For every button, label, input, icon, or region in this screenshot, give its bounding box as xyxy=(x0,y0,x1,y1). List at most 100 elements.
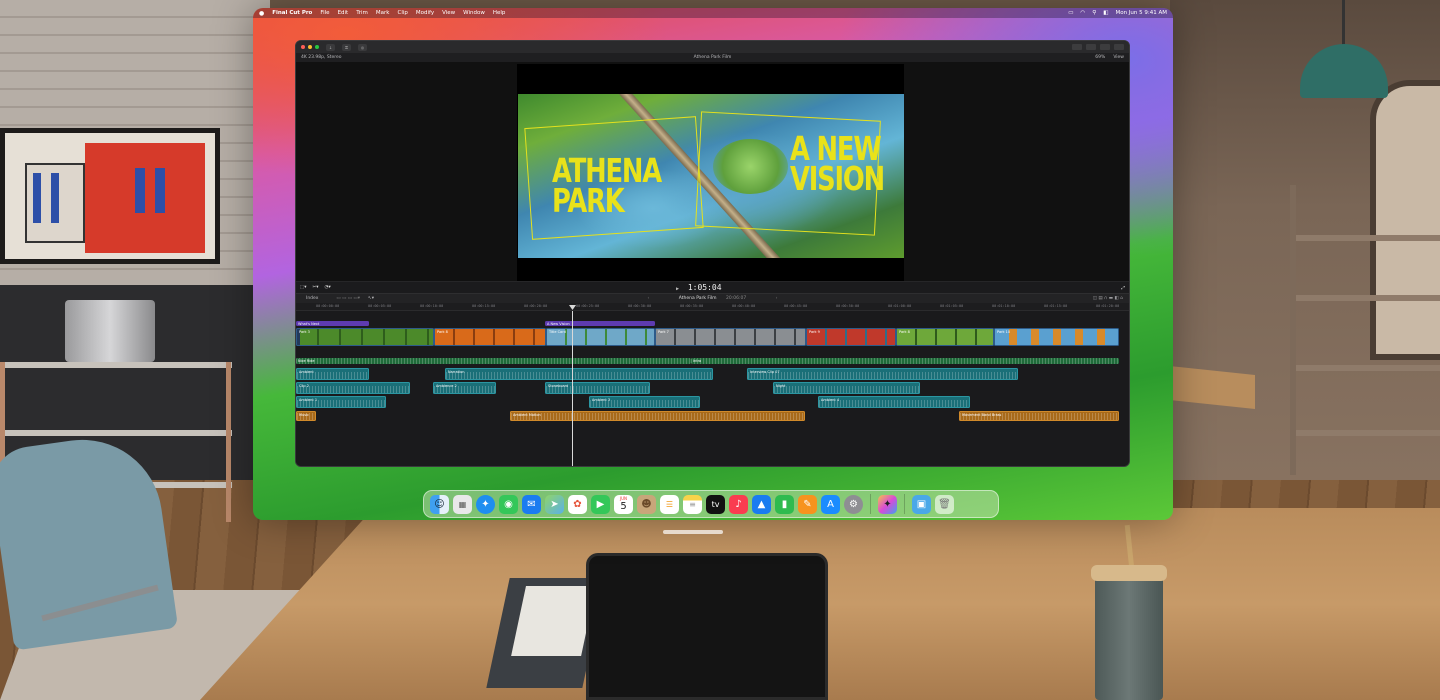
ruler-tick: 00:00:45:00 xyxy=(784,304,808,308)
music-clip[interactable]: Movement Band Brass xyxy=(959,411,1119,421)
timecode-display[interactable]: 1:05:04 xyxy=(688,283,722,292)
menu-mark[interactable]: Mark xyxy=(376,10,390,16)
timeline-ruler[interactable]: 00:00:00:00 00:00:05:00 00:00:10:00 00:0… xyxy=(296,303,1129,311)
keywords-icon[interactable]: ⚿ xyxy=(342,43,351,51)
timeline-project-name[interactable]: Athena Park Film xyxy=(679,296,717,301)
mail-icon[interactable]: ✉ xyxy=(522,494,541,514)
ruler-tick: 00:01:10:00 xyxy=(992,304,1016,308)
ipad-device xyxy=(586,553,828,700)
audio-clip[interactable]: Interview Clip 07 xyxy=(747,368,1018,380)
playhead[interactable] xyxy=(572,311,573,466)
battery-icon[interactable]: ▭ xyxy=(1068,10,1073,16)
audio-clip[interactable]: Ambient 4 xyxy=(818,396,970,408)
forward-arrow-icon[interactable]: › xyxy=(776,296,778,301)
video-clip[interactable]: Park 8 xyxy=(896,328,994,346)
maps-icon[interactable]: ➤ xyxy=(545,494,564,514)
video-clip[interactable]: Park 10 xyxy=(994,328,1119,346)
dock-separator xyxy=(870,494,871,514)
control-center-icon[interactable]: ◧ xyxy=(1103,10,1108,16)
pendant-lamp xyxy=(1300,0,1388,100)
final-cut-pro-window[interactable]: ↓ ⚿ ◎ 4K 23.98p, Stereo Athena Park Film… xyxy=(295,40,1130,467)
title-clip[interactable]: A New Vision xyxy=(545,321,655,326)
system-settings-icon[interactable]: ⚙ xyxy=(844,494,863,514)
menu-edit[interactable]: Edit xyxy=(338,10,349,16)
audio-clip[interactable]: Clip 2 xyxy=(296,382,410,394)
import-icon[interactable]: ↓ xyxy=(326,43,335,51)
search-icon[interactable]: ⚲ xyxy=(1092,10,1096,16)
window-grab-bar[interactable] xyxy=(663,530,723,534)
video-clip[interactable]: Park 9 xyxy=(806,328,896,346)
mac-virtual-display[interactable]: ● Final Cut Pro File Edit Trim Mark Clip… xyxy=(253,8,1173,520)
ruler-tick: 00:01:15:00 xyxy=(1044,304,1068,308)
inspector-toggle-icon[interactable] xyxy=(1100,44,1110,50)
music-icon[interactable]: ♪ xyxy=(729,494,748,514)
music-clip[interactable]: Music xyxy=(296,411,316,421)
trash-icon[interactable]: 🗑 xyxy=(935,494,954,514)
photos-icon[interactable]: ✿ xyxy=(568,494,587,514)
pages-icon[interactable]: ✎ xyxy=(798,494,817,514)
keynote-icon[interactable]: ▲ xyxy=(752,494,771,514)
music-clip[interactable]: Nice Ride xyxy=(296,358,691,364)
apple-menu-icon[interactable]: ● xyxy=(259,10,264,17)
audio-clip[interactable]: Narration xyxy=(445,368,713,380)
menu-view[interactable]: View xyxy=(442,10,455,16)
music-clip[interactable]: Intro xyxy=(691,358,1119,364)
messages-icon[interactable]: ◉ xyxy=(499,494,518,514)
dock: ☺ ▦ ✦ ◉ ✉ ➤ ✿ ▶ JUN 5 ☻ ☰ ≡ tv ♪ ▲ ▮ ✎ A… xyxy=(423,490,999,518)
safari-icon[interactable]: ✦ xyxy=(476,494,495,514)
transform-icon[interactable]: ⬚▾ xyxy=(300,285,307,290)
audio-clip[interactable]: Ambience 2 xyxy=(433,382,496,394)
audio-clip[interactable]: Night xyxy=(773,382,920,394)
viewer[interactable]: ATHENA PARK A NEW VISION xyxy=(296,62,1129,281)
timeline-toggle-icon[interactable] xyxy=(1086,44,1096,50)
audio-clip[interactable]: Ambient 1 xyxy=(296,396,386,408)
menu-trim[interactable]: Trim xyxy=(356,10,368,16)
audio-clip[interactable]: Ambient xyxy=(296,368,369,380)
timeline[interactable]: What's Next A New Vision Park 3 Park 8 T… xyxy=(296,305,1129,466)
trim-tool-icon[interactable]: ✂▾ xyxy=(313,285,319,290)
menu-app-name[interactable]: Final Cut Pro xyxy=(272,10,312,16)
fullscreen-icon[interactable]: ⤢ xyxy=(1121,285,1125,291)
contacts-icon[interactable]: ☻ xyxy=(637,494,656,514)
ruler-tick: 00:00:40:00 xyxy=(732,304,756,308)
downloads-folder-icon[interactable]: ▣ xyxy=(912,494,931,514)
browser-toggle-icon[interactable] xyxy=(1072,44,1082,50)
tv-icon[interactable]: tv xyxy=(706,494,725,514)
final-cut-pro-icon[interactable]: ✦ xyxy=(878,494,897,514)
calendar-icon[interactable]: JUN 5 xyxy=(614,494,633,514)
menu-clip[interactable]: Clip xyxy=(397,10,407,16)
zoom-window-button[interactable] xyxy=(315,45,319,49)
finder-icon[interactable]: ☺ xyxy=(430,494,449,514)
title-text-a-new-vision: A NEW VISION xyxy=(790,129,885,198)
launchpad-icon[interactable]: ▦ xyxy=(453,494,472,514)
numbers-icon[interactable]: ▮ xyxy=(775,494,794,514)
video-clip[interactable]: Park 7 xyxy=(655,328,806,346)
menu-file[interactable]: File xyxy=(320,10,329,16)
close-window-button[interactable] xyxy=(301,45,305,49)
back-arrow-icon[interactable]: ‹ xyxy=(648,296,650,301)
background-tasks-icon[interactable]: ◎ xyxy=(358,43,367,51)
video-clip[interactable]: Park 8 xyxy=(434,328,546,346)
reminders-icon[interactable]: ☰ xyxy=(660,494,679,514)
play-button-icon[interactable]: ▶ xyxy=(676,286,679,292)
title-text-athena-park: ATHENA PARK xyxy=(552,151,662,220)
audio-clip[interactable]: Stoneboard xyxy=(545,382,650,394)
wifi-icon[interactable]: ◠ xyxy=(1080,10,1085,16)
notes-icon[interactable]: ≡ xyxy=(683,494,702,514)
ruler-tick: 00:00:05:00 xyxy=(368,304,392,308)
viewer-project-title: Athena Park Film xyxy=(693,55,732,60)
music-clip[interactable]: Ambient Motion xyxy=(510,411,805,421)
title-clip[interactable]: What's Next xyxy=(296,321,369,326)
speed-icon[interactable]: ◔▾ xyxy=(325,285,331,290)
menu-window[interactable]: Window xyxy=(463,10,485,16)
menu-modify[interactable]: Modify xyxy=(416,10,434,16)
video-clip-title-card[interactable]: Title Card xyxy=(546,328,655,346)
video-clip[interactable]: Park 3 xyxy=(296,328,434,346)
menu-help[interactable]: Help xyxy=(493,10,506,16)
app-store-icon[interactable]: A xyxy=(821,494,840,514)
minimize-window-button[interactable] xyxy=(308,45,312,49)
audio-clip[interactable]: Ambient 3 xyxy=(589,396,700,408)
clock[interactable]: Mon Jun 5 9:41 AM xyxy=(1115,10,1167,16)
share-icon[interactable] xyxy=(1114,44,1124,50)
facetime-icon[interactable]: ▶ xyxy=(591,494,610,514)
